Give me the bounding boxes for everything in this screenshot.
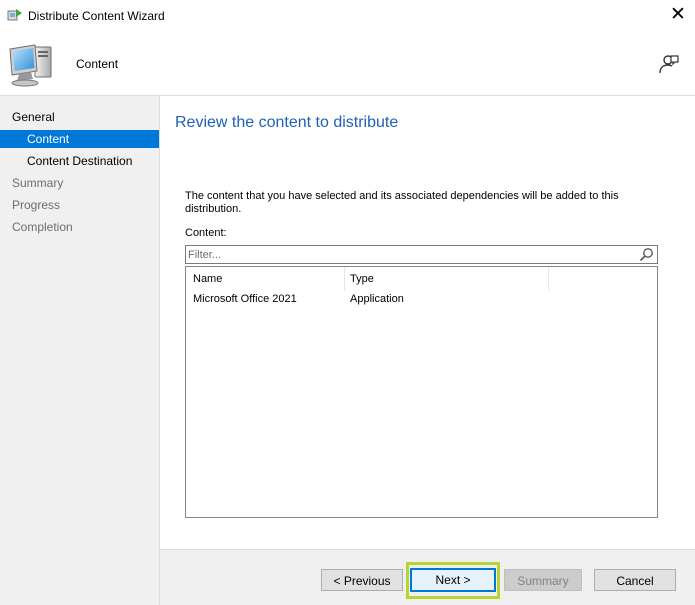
nav-item-label: Summary bbox=[12, 176, 64, 190]
cell-name: Microsoft Office 2021 bbox=[193, 293, 297, 305]
content-label: Content: bbox=[185, 227, 227, 239]
column-divider[interactable] bbox=[548, 267, 549, 291]
nav-item-summary: Summary bbox=[0, 174, 159, 192]
nav-item-progress: Progress bbox=[0, 196, 159, 214]
page-title: Content bbox=[76, 57, 119, 71]
description-text: The content that you have selected and i… bbox=[185, 190, 619, 215]
nav-item-content-destination[interactable]: Content Destination bbox=[0, 152, 159, 170]
nav-item-label: Progress bbox=[12, 198, 61, 212]
previous-button[interactable]: < Previous bbox=[321, 569, 403, 591]
cell-type: Application bbox=[350, 293, 404, 305]
nav-item-completion: Completion bbox=[0, 218, 159, 236]
column-divider[interactable] bbox=[344, 267, 345, 291]
filter-input[interactable] bbox=[188, 247, 628, 262]
main-panel: Review the content to distribute The con… bbox=[160, 96, 695, 550]
filter-box[interactable] bbox=[185, 245, 658, 264]
nav-item-content[interactable]: Content bbox=[0, 130, 159, 148]
nav-item-label: General bbox=[12, 110, 55, 124]
nav-item-label: Completion bbox=[12, 220, 73, 234]
wizard-header: Content bbox=[0, 31, 695, 96]
next-button-highlight bbox=[406, 562, 500, 599]
title-bar: Distribute Content Wizard ✕ bbox=[0, 0, 695, 31]
column-header-type[interactable]: Type bbox=[350, 267, 374, 291]
search-icon[interactable] bbox=[639, 247, 654, 262]
cancel-button[interactable]: Cancel bbox=[594, 569, 676, 591]
window-title: Distribute Content Wizard bbox=[28, 9, 165, 23]
nav-item-general: General bbox=[0, 108, 159, 126]
wizard-nav: General Content Content Destination Summ… bbox=[0, 96, 160, 605]
column-header-name[interactable]: Name bbox=[193, 267, 222, 291]
content-list[interactable]: Name Type Microsoft Office 2021 Applicat… bbox=[185, 266, 658, 518]
user-help-icon[interactable] bbox=[657, 53, 681, 75]
close-button[interactable]: ✕ bbox=[667, 4, 689, 26]
nav-item-label: Content bbox=[27, 132, 70, 146]
summary-button: Summary bbox=[504, 569, 582, 591]
nav-item-label: Content Destination bbox=[27, 154, 133, 168]
section-heading: Review the content to distribute bbox=[175, 114, 399, 131]
close-icon: ✕ bbox=[670, 4, 686, 25]
wizard-app-icon bbox=[7, 9, 22, 21]
computer-monitor-icon bbox=[9, 44, 52, 87]
